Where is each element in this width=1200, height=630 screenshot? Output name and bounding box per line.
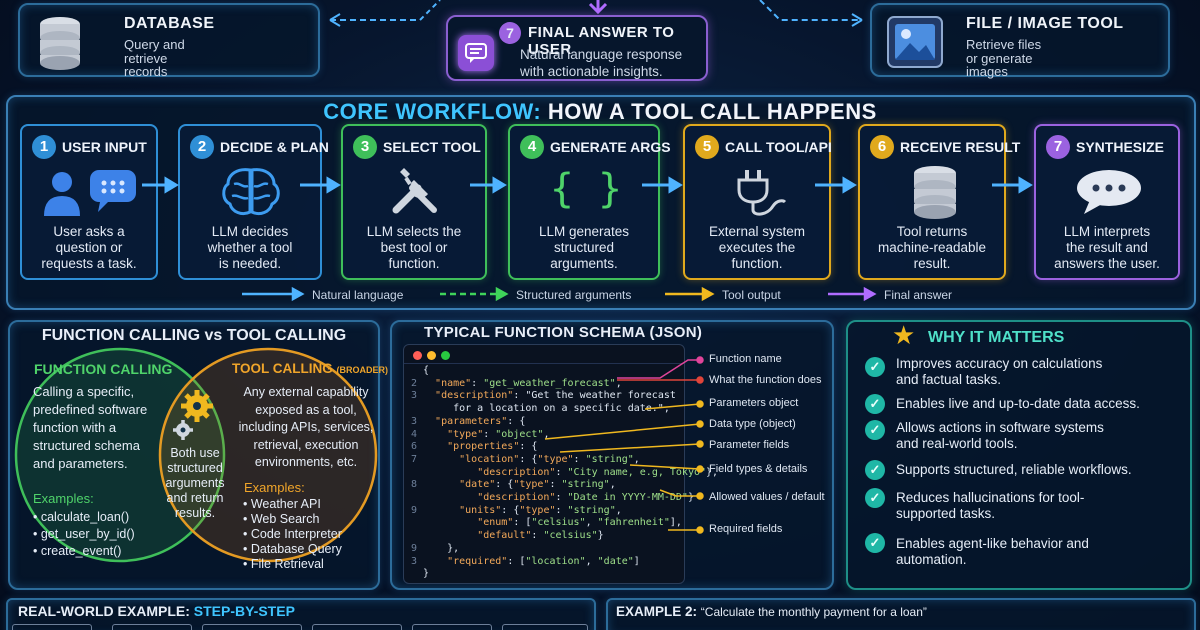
- step-tile: [202, 624, 302, 630]
- check-icon-3: ✓: [865, 420, 885, 440]
- annot-function-name: Function name: [709, 353, 782, 365]
- step-tile: [312, 624, 402, 630]
- why-item-5-line-1: Reduces hallucinations for tool-: [896, 490, 1085, 505]
- why-item-1-line-2: and factual tasks.: [896, 372, 1002, 387]
- annot-field-types: Field types & details: [709, 463, 808, 475]
- example-2-quote: “Calculate the monthly payment for a loa…: [700, 605, 927, 619]
- why-item-4-line-1: Supports structured, reliable workflows.: [896, 462, 1132, 477]
- why-item-6: Enables agent-like behavior and automati…: [896, 536, 1089, 568]
- annot-parameters-object: Parameters object: [709, 397, 799, 409]
- why-item-1: Improves accuracy on calculations and fa…: [896, 356, 1102, 388]
- example-2-title: EXAMPLE 2: “Calculate the monthly paymen…: [616, 604, 927, 619]
- why-item-3-line-1: Allows actions in software systems: [896, 420, 1104, 435]
- why-item-2-line-1: Enables live and up-to-date data access.: [896, 396, 1140, 411]
- star-icon: ★: [892, 320, 916, 350]
- connector-parameters: [644, 400, 704, 410]
- why-title: WHY IT MATTERS: [928, 329, 1065, 346]
- connector-properties: [559, 440, 704, 453]
- step-tile: [502, 624, 588, 630]
- example-2-label: EXAMPLE 2:: [616, 604, 698, 619]
- why-item-1-line-1: Improves accuracy on calculations: [896, 356, 1103, 371]
- why-item-6-line-1: Enables agent-like behavior and: [896, 536, 1089, 551]
- connector-allowed-values: [659, 489, 704, 500]
- why-item-3: Allows actions in software systems and r…: [896, 420, 1104, 452]
- check-icon-4: ✓: [865, 460, 885, 480]
- check-icon-2: ✓: [865, 394, 885, 414]
- check-icon-6: ✓: [865, 533, 885, 553]
- annot-parameter-fields: Parameter fields: [709, 439, 790, 451]
- annot-required-fields: Required fields: [709, 523, 783, 535]
- annot-what-function-does: What the function does: [709, 374, 822, 386]
- why-item-5: Reduces hallucinations for tool- support…: [896, 490, 1084, 522]
- step-tile: [412, 624, 492, 630]
- real-world-example-label: REAL-WORLD EXAMPLE:: [18, 603, 190, 619]
- real-world-example-sub: STEP-BY-STEP: [193, 603, 295, 619]
- connector-field-types: [629, 464, 704, 473]
- real-world-example-title: REAL-WORLD EXAMPLE: STEP-BY-STEP: [18, 603, 295, 619]
- step-tile: [112, 624, 192, 630]
- connector-type: [544, 420, 704, 440]
- annot-allowed-values: Allowed values / default: [709, 491, 825, 503]
- why-item-2: Enables live and up-to-date data access.: [896, 396, 1140, 412]
- connector-required: [668, 526, 704, 534]
- annot-data-type: Data type (object): [709, 418, 796, 430]
- why-item-6-line-2: automation.: [896, 552, 967, 567]
- why-item-5-line-2: supported tasks.: [896, 506, 996, 521]
- check-icon-5: ✓: [865, 488, 885, 508]
- step-tiles: [12, 624, 592, 630]
- check-icon-1: ✓: [865, 357, 885, 377]
- why-item-3-line-2: and real-world tools.: [896, 436, 1018, 451]
- step-tile: [12, 624, 92, 630]
- why-item-4: Supports structured, reliable workflows.: [896, 462, 1132, 478]
- connector-function-name: [617, 356, 704, 379]
